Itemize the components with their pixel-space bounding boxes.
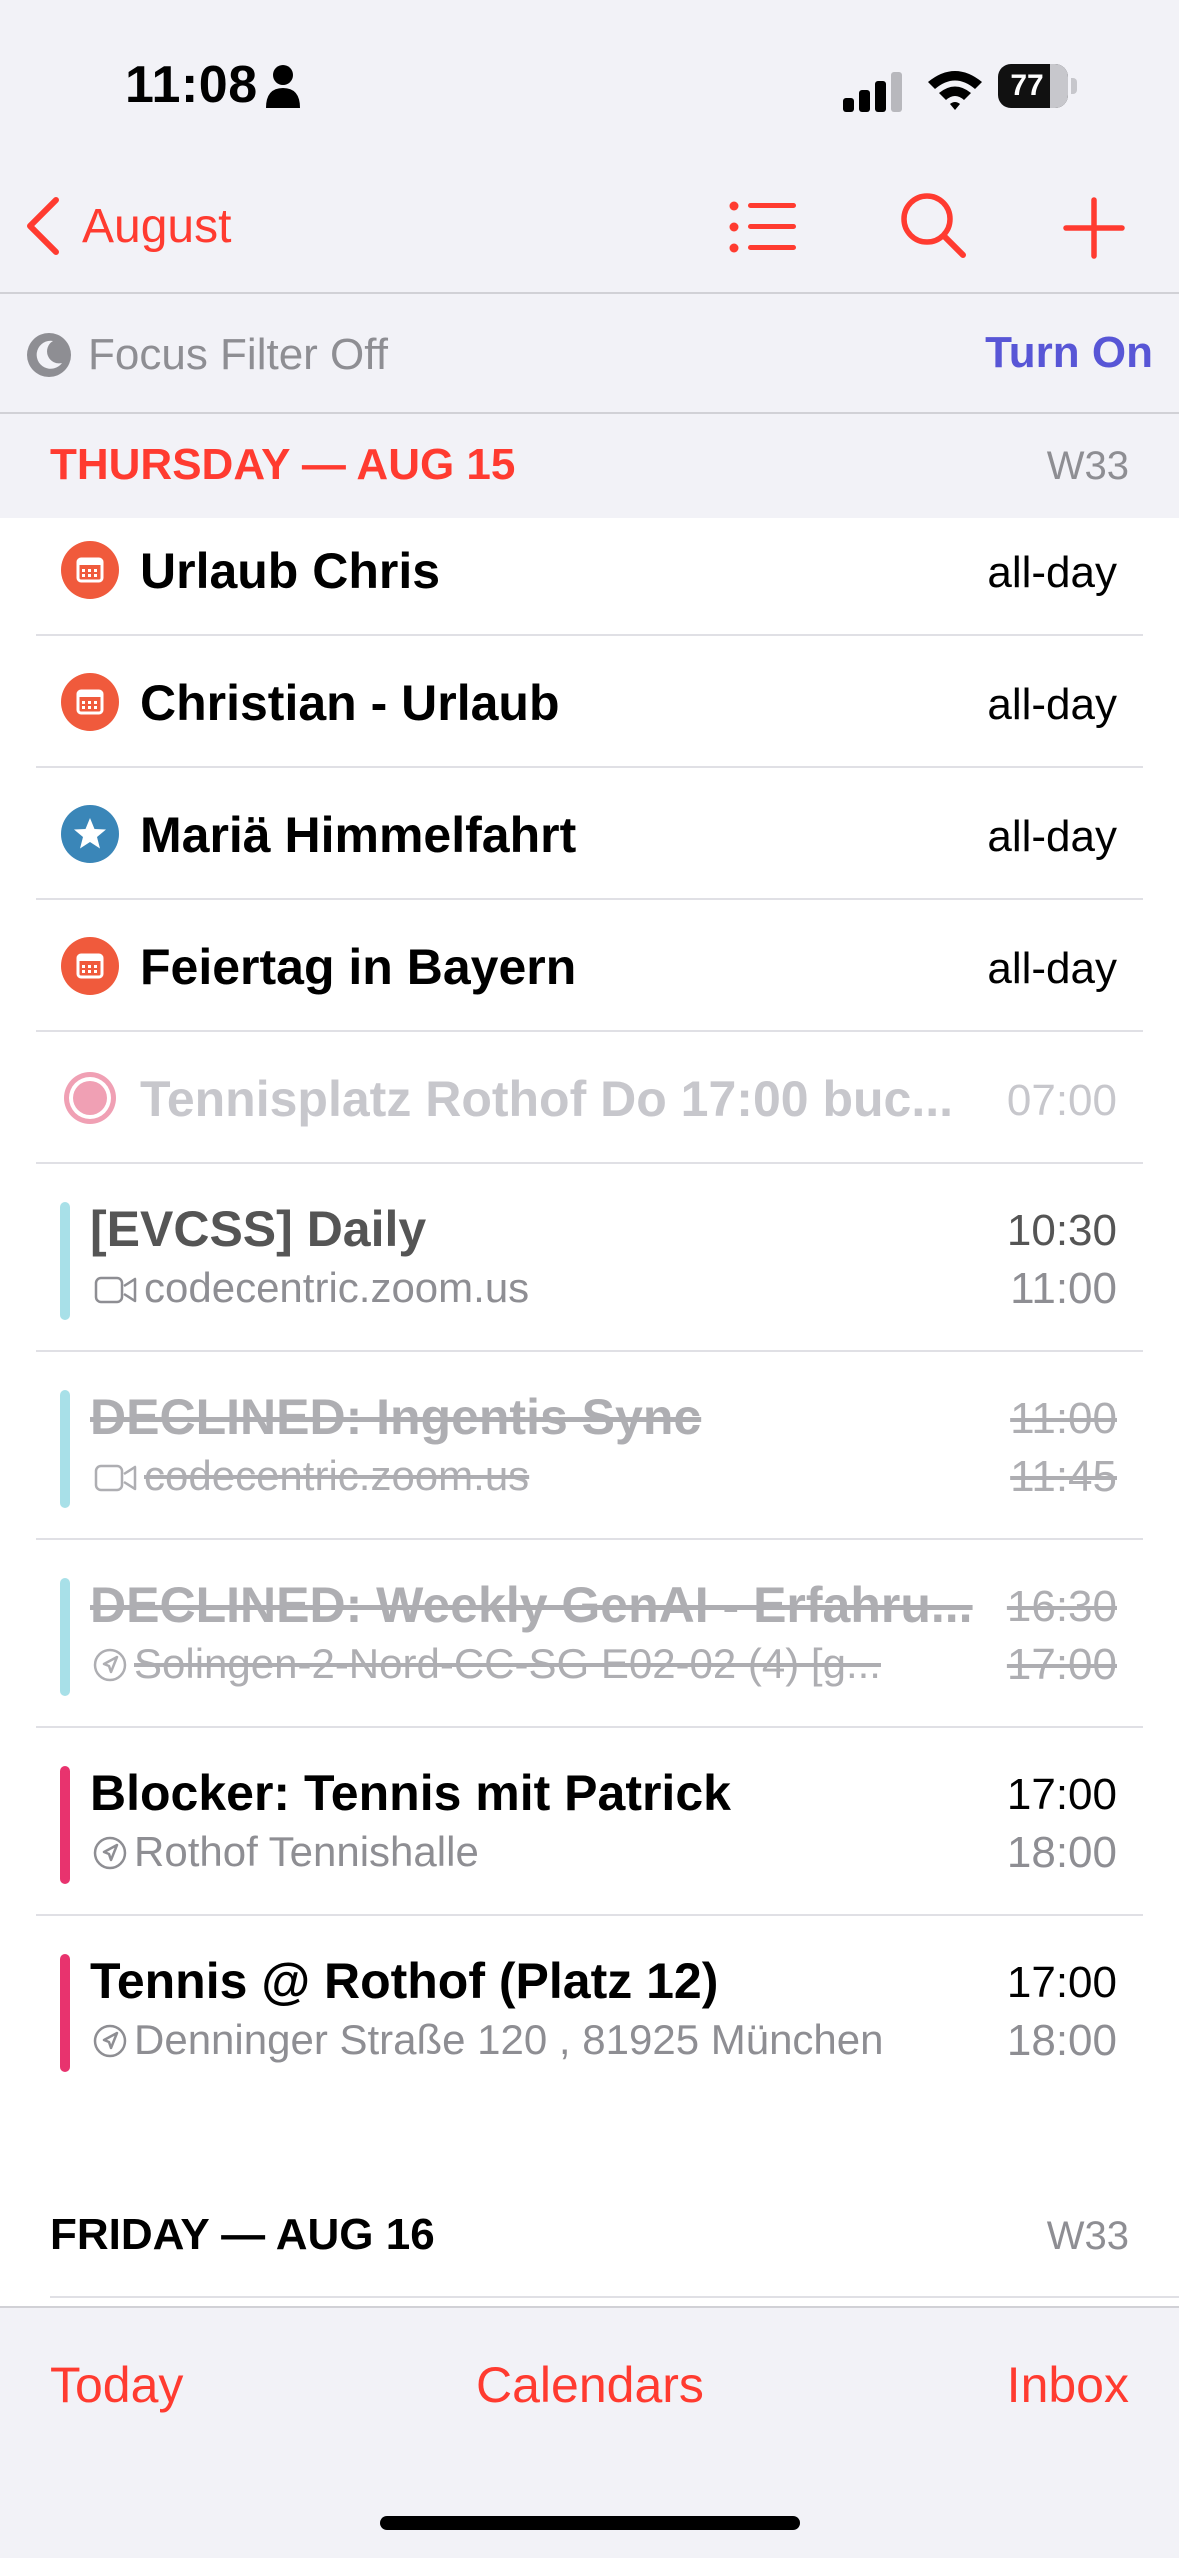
event-start-time: 10:30: [1006, 1206, 1117, 1255]
list-view-icon[interactable]: [728, 198, 798, 256]
event-time: all-day: [987, 812, 1117, 861]
reminder-circle-icon: [64, 1072, 116, 1124]
event-title: Tennis @ Rothof (Platz 12): [90, 1953, 719, 2009]
calendar-icon: [61, 541, 119, 599]
location-icon: [93, 2024, 127, 2058]
event-end-time: 18:00: [1006, 1828, 1117, 1877]
event-subtitle: codecentric.zoom.us: [144, 1264, 530, 1311]
day-header-friday: FRIDAY — AUG 16: [50, 2210, 435, 2259]
event-title: Urlaub Chris: [140, 543, 441, 599]
back-label: August: [82, 199, 232, 253]
event-row[interactable]: Feiertag in Bayern all-day: [0, 900, 1179, 1032]
event-subtitle: Solingen-2-Nord-CC-SG E02-02 (4) [g...: [134, 1640, 881, 1687]
event-row[interactable]: DECLINED: Ingentis Sync codecentric.zoom…: [0, 1352, 1179, 1540]
row-divider: [50, 2296, 1179, 2298]
wifi-icon: [928, 71, 982, 110]
event-row[interactable]: Mariä Himmelfahrt all-day: [0, 768, 1179, 900]
chevron-left-icon: [27, 197, 59, 255]
week-number: W33: [1046, 444, 1129, 488]
inbox-button[interactable]: Inbox: [1007, 2356, 1129, 2414]
calendar-color-bar: [60, 1766, 70, 1884]
event-row[interactable]: Tennisplatz Rothof Do 17:00 buc... 07:00: [0, 1032, 1179, 1164]
event-title: DECLINED: Weekly GenAI - Erfahru...: [90, 1577, 973, 1633]
event-subtitle: Denninger Straße 120 , 81925 München: [134, 2016, 884, 2063]
event-start-time: 17:00: [1006, 1770, 1117, 1819]
calendar-icon: [61, 673, 119, 731]
event-row[interactable]: [EVCSS] Daily codecentric.zoom.us 10:30 …: [0, 1164, 1179, 1352]
turn-on-button[interactable]: Turn On: [985, 328, 1153, 378]
event-row[interactable]: Tennis @ Rothof (Platz 12) Denninger Str…: [0, 1916, 1179, 2104]
event-row[interactable]: Christian - Urlaub all-day: [0, 636, 1179, 768]
event-title: Tennisplatz Rothof Do 17:00 buc...: [140, 1071, 954, 1127]
event-title: DECLINED: Ingentis Sync: [90, 1389, 702, 1445]
today-button[interactable]: Today: [50, 2356, 183, 2414]
video-icon: [94, 1276, 137, 1304]
event-title: Christian - Urlaub: [140, 675, 560, 731]
calendar-color-bar: [60, 1390, 70, 1508]
calendar-color-bar: [60, 1578, 70, 1696]
calendar-color-bar: [60, 1954, 70, 2072]
week-number: W33: [1046, 2214, 1129, 2258]
event-title: Mariä Himmelfahrt: [140, 807, 577, 863]
event-row[interactable]: Urlaub Chris all-day: [0, 518, 1179, 636]
location-icon: [93, 1648, 127, 1682]
nav-divider: [0, 292, 1179, 294]
calendar-color-bar: [60, 1202, 70, 1320]
day-header-thursday: THURSDAY — AUG 15: [50, 440, 516, 489]
focus-filter-label: Focus Filter Off: [88, 330, 388, 379]
event-time: all-day: [987, 944, 1117, 993]
signal-icon: [843, 72, 902, 112]
person-icon: [266, 65, 300, 108]
event-subtitle: codecentric.zoom.us: [144, 1452, 530, 1499]
event-row[interactable]: DECLINED: Weekly GenAI - Erfahru... Soli…: [0, 1540, 1179, 1728]
home-indicator: [380, 2516, 800, 2530]
video-icon: [94, 1464, 137, 1492]
event-time: all-day: [987, 680, 1117, 729]
star-icon: [61, 805, 119, 863]
event-time: all-day: [987, 548, 1117, 597]
event-subtitle: Rothof Tennishalle: [134, 1828, 479, 1875]
event-end-time: 17:00: [1006, 1640, 1117, 1689]
event-row[interactable]: Blocker: Tennis mit Patrick Rothof Tenni…: [0, 1728, 1179, 1916]
event-time: 07:00: [1006, 1076, 1117, 1125]
battery-level: 77: [1010, 69, 1044, 102]
moon-icon: [27, 333, 71, 377]
status-time: 11:08: [125, 56, 258, 114]
search-icon[interactable]: [898, 190, 968, 262]
event-title: Blocker: Tennis mit Patrick: [90, 1765, 731, 1821]
event-end-time: 18:00: [1006, 2016, 1117, 2065]
event-start-time: 16:30: [1006, 1582, 1117, 1631]
event-list: Urlaub Chris all-day Christian - Urlaub …: [0, 518, 1179, 2306]
event-start-time: 11:00: [1010, 1394, 1117, 1443]
add-icon[interactable]: [1062, 196, 1126, 260]
event-title: Feiertag in Bayern: [140, 939, 577, 995]
calendars-button[interactable]: Calendars: [476, 2356, 704, 2414]
location-icon: [93, 1836, 127, 1870]
focus-divider: [0, 412, 1179, 414]
calendar-icon: [61, 937, 119, 995]
event-end-time: 11:00: [1010, 1264, 1117, 1313]
battery-indicator: 77: [998, 64, 1078, 108]
event-title: [EVCSS] Daily: [90, 1201, 427, 1257]
event-end-time: 11:45: [1010, 1452, 1117, 1501]
event-start-time: 17:00: [1006, 1958, 1117, 2007]
back-button[interactable]: August: [20, 190, 231, 262]
